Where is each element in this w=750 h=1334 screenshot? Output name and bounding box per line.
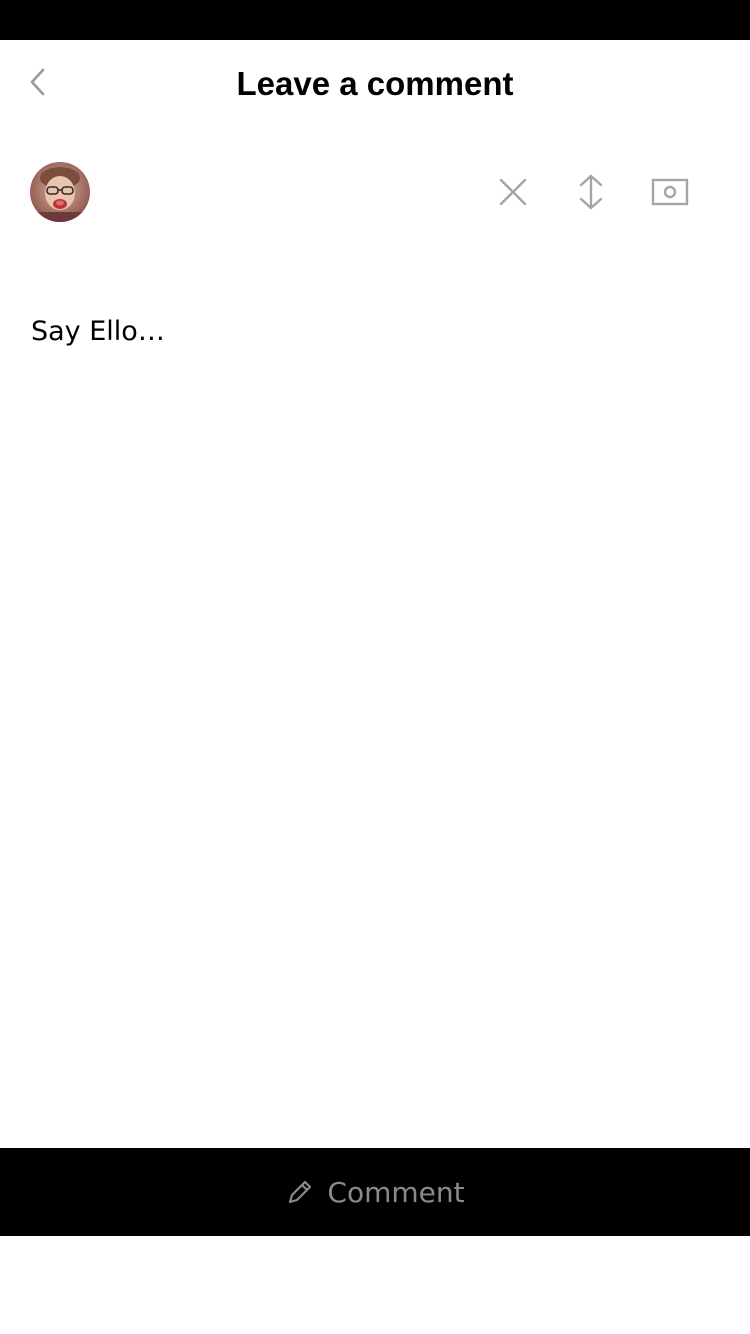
page-title: Leave a comment bbox=[236, 65, 514, 102]
cancel-button[interactable] bbox=[491, 170, 535, 214]
avatar[interactable] bbox=[30, 162, 90, 222]
reorder-icon bbox=[579, 174, 603, 210]
close-icon bbox=[499, 178, 527, 206]
pencil-icon bbox=[285, 1177, 315, 1207]
back-button[interactable] bbox=[18, 62, 58, 102]
comment-input[interactable] bbox=[31, 300, 721, 1120]
camera-icon bbox=[651, 178, 689, 206]
comment-submit-label: Comment bbox=[327, 1175, 465, 1209]
add-photo-button[interactable] bbox=[648, 170, 692, 214]
navigation-bar: Leave a comment bbox=[0, 40, 750, 128]
composer-toolbar bbox=[0, 150, 750, 234]
reorder-button[interactable] bbox=[569, 170, 613, 214]
status-bar bbox=[0, 0, 750, 40]
comment-submit-button[interactable]: Comment bbox=[0, 1148, 750, 1236]
user-avatar-image bbox=[30, 162, 90, 222]
chevron-left-icon bbox=[30, 68, 45, 96]
